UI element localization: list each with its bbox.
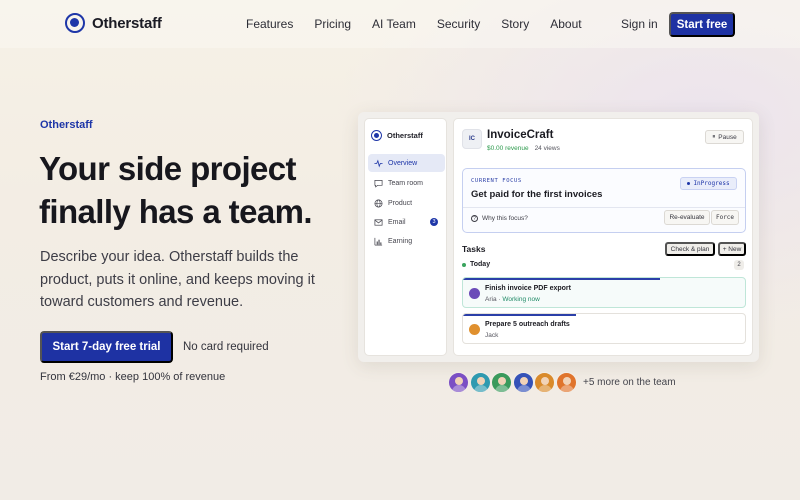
start-trial-button[interactable]: Start 7-day free trial (40, 331, 173, 363)
sidebar-item-team-room[interactable]: Team room (368, 174, 445, 192)
status-badge: InProgress (680, 177, 737, 190)
app-main-panel: IC InvoiceCraft $0.00 revenue 24 views ⏸ P… (453, 118, 753, 356)
today-dot-icon (462, 262, 466, 267)
activity-icon (374, 159, 383, 168)
app-logo-icon (371, 130, 382, 141)
chat-icon (374, 179, 383, 188)
task-assignee: Aria (485, 296, 497, 303)
brand-logo-link[interactable]: Otherstaff (65, 13, 162, 33)
check-plan-button[interactable]: Check & plan (665, 242, 715, 256)
nav-ai-team[interactable]: AI Team (372, 17, 416, 31)
focus-divider (463, 207, 745, 208)
today-count-badge: 2 (734, 260, 744, 270)
reevaluate-button[interactable]: Re-evaluate (664, 210, 710, 225)
pricing-note: From €29/mo · keep 100% of revenue (40, 371, 226, 383)
email-count-badge: 3 (430, 218, 438, 226)
task-progress-bar (463, 278, 661, 280)
nav-security[interactable]: Security (437, 17, 480, 31)
status-dot-icon (687, 182, 691, 185)
force-button[interactable]: Force (711, 210, 739, 225)
team-member-avatar (555, 372, 577, 393)
app-brand: Otherstaff (371, 130, 423, 141)
sidebar-item-label: Team room (388, 179, 424, 187)
tasks-title: Tasks (462, 244, 486, 254)
no-card-note: No card required (183, 341, 269, 353)
sidebar-item-email[interactable]: Email 3 (368, 213, 445, 231)
sidebar-item-label: Overview (388, 159, 418, 167)
task-card[interactable]: Finish invoice PDF export Aria · Working… (462, 277, 746, 308)
start-free-button[interactable]: Start free (669, 12, 735, 37)
nav-about[interactable]: About (550, 17, 581, 31)
task-status: Working now (502, 296, 540, 303)
sign-in-link[interactable]: Sign in (621, 17, 658, 31)
app-brand-name: Otherstaff (387, 131, 423, 140)
why-focus-label: Why this focus? (482, 215, 528, 222)
team-more-label: +5 more on the team (583, 377, 676, 388)
globe-icon (374, 199, 383, 207)
sidebar-item-product[interactable]: Product (368, 194, 445, 212)
mail-icon (374, 218, 383, 226)
pause-icon: ⏸ (712, 133, 716, 140)
pause-button[interactable]: ⏸ Pause (705, 130, 744, 144)
project-name: InvoiceCraft (487, 129, 554, 141)
hero-eyebrow: Otherstaff (40, 119, 93, 131)
nav-features[interactable]: Features (246, 17, 293, 31)
sidebar-item-label: Earning (388, 237, 413, 245)
sidebar-item-label: Product (388, 199, 413, 207)
team-member-avatar (491, 372, 512, 393)
today-label: Today (470, 261, 491, 268)
sidebar-item-label: Email (388, 218, 406, 226)
project-avatar: IC (462, 129, 482, 149)
hero-description: Describe your idea. Otherstaff builds th… (40, 249, 315, 310)
task-assignee: Jack (485, 332, 499, 339)
sidebar-item-overview[interactable]: Overview (368, 154, 445, 172)
avatar (469, 288, 480, 299)
app-sidebar: Otherstaff Overview Team room Product Em… (364, 118, 447, 356)
task-subtitle: Aria · Working now (485, 296, 540, 303)
task-card[interactable]: Prepare 5 outreach drafts Jack (462, 313, 746, 344)
status-label: InProgress (693, 180, 730, 187)
project-meta: $0.00 revenue 24 views (487, 145, 560, 152)
team-member-avatar (534, 372, 555, 393)
why-focus-link[interactable]: ? Why this focus? (471, 215, 528, 222)
focus-title: Get paid for the first invoices (471, 189, 603, 200)
today-group-header: Today (462, 261, 490, 268)
team-member-avatar (512, 372, 534, 393)
main-nav: Features Pricing AI Team Security Story … (246, 17, 603, 31)
new-task-button[interactable]: + New (718, 242, 746, 256)
task-progress-bar (463, 314, 576, 316)
brand-name: Otherstaff (92, 14, 162, 32)
task-title: Finish invoice PDF export (485, 285, 571, 292)
nav-story[interactable]: Story (501, 17, 529, 31)
help-icon: ? (471, 215, 478, 222)
task-subtitle: Jack (485, 332, 498, 339)
otherstaff-logo-icon (65, 13, 85, 33)
app-preview: Otherstaff Overview Team room Product Em… (358, 112, 759, 362)
avatar (469, 324, 480, 335)
focus-label: CURRENT FOCUS (471, 178, 522, 184)
pause-label: Pause (718, 133, 737, 141)
team-avatars (448, 372, 577, 393)
current-focus-card: CURRENT FOCUS Get paid for the first inv… (462, 168, 746, 233)
hero-title: Your side project finally has a team. (39, 150, 312, 230)
site-header: Otherstaff Features Pricing AI Team Secu… (0, 0, 800, 48)
team-member-avatar (469, 372, 491, 393)
bar-chart-icon (374, 237, 383, 245)
nav-pricing[interactable]: Pricing (314, 17, 351, 31)
project-revenue: $0.00 revenue (487, 145, 529, 152)
project-views: 24 views (534, 145, 560, 152)
task-title: Prepare 5 outreach drafts (485, 321, 570, 328)
team-member-avatar (448, 372, 469, 393)
sidebar-item-earning[interactable]: Earning (368, 232, 445, 250)
